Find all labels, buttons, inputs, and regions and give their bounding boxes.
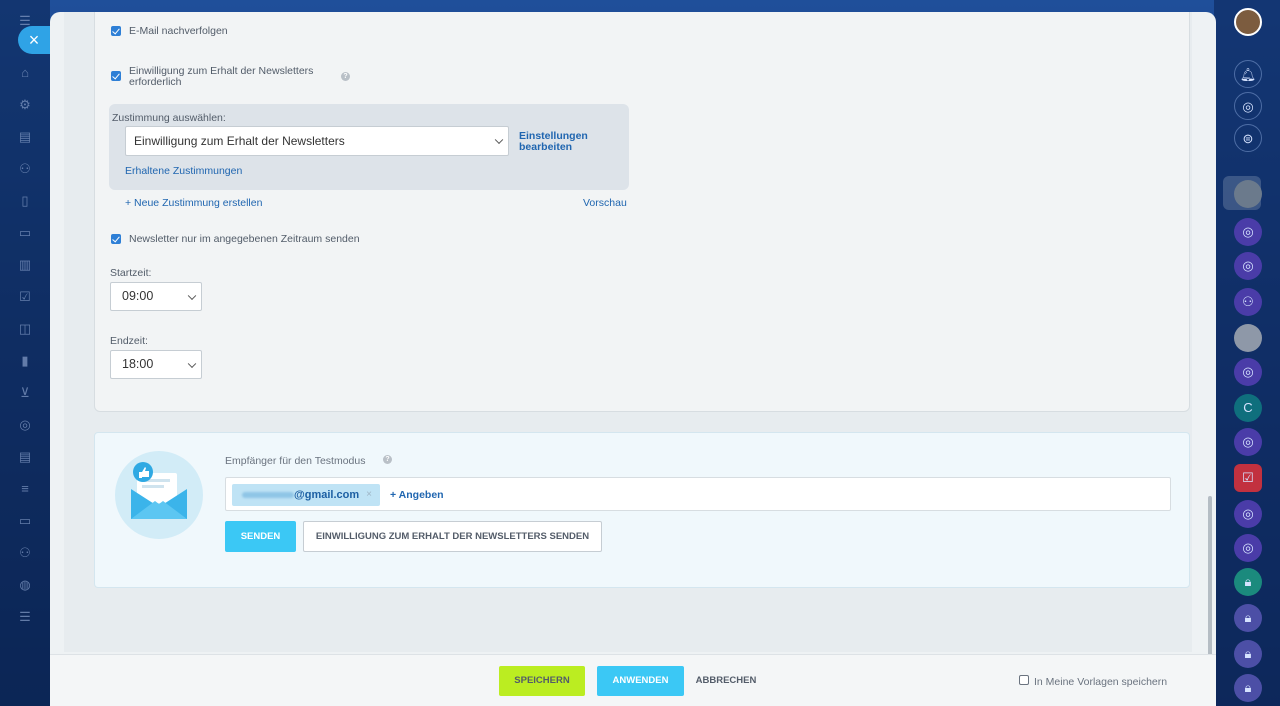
send-consent-button[interactable]: EINWILLIGUNG ZUM ERHALT DER NEWSLETTERS … <box>303 521 602 552</box>
start-time-label: Startzeit: <box>110 267 152 279</box>
consent-required-label: Einwilligung zum Erhalt der Newsletters … <box>129 66 313 88</box>
test-mode-card: Empfänger für den Testmodus ? @gmail.com… <box>94 432 1190 588</box>
chat-icon[interactable]: ◫ <box>17 322 33 336</box>
sending-settings-section: E-Mail nachverfolgen Einwilligung zum Er… <box>94 12 1190 412</box>
time-window-label: Newsletter nur im angegebenen Zeitraum s… <box>129 233 360 245</box>
end-time-select[interactable]: 18:00 <box>110 350 202 379</box>
remove-recipient-icon[interactable]: × <box>366 484 372 506</box>
close-slider-button[interactable]: × <box>18 26 50 54</box>
choose-consent-label: Zustimmung auswählen: <box>112 112 226 124</box>
panel-content: E-Mail nachverfolgen Einwilligung zum Er… <box>64 12 1192 652</box>
start-time-value: 09:00 <box>122 289 154 303</box>
newsletter-settings-slider: E-Mail nachverfolgen Einwilligung zum Er… <box>50 12 1216 706</box>
send-test-button[interactable]: SENDEN <box>225 521 296 552</box>
chat-channel-icon[interactable]: ◎ <box>1234 500 1262 528</box>
preview-link[interactable]: Vorschau <box>583 197 627 209</box>
blurred-email-local-part <box>242 492 294 498</box>
save-button[interactable]: SPEICHERN <box>499 666 585 696</box>
envelope-illustration <box>115 451 203 539</box>
card-icon[interactable]: ▭ <box>17 514 33 528</box>
notifications-bell-icon[interactable]: 🔔︎ <box>1234 60 1262 88</box>
contacts-icon[interactable]: ⚇ <box>17 162 33 176</box>
consent-select-value: Einwilligung zum Erhalt der Newsletters <box>134 134 345 148</box>
new-consent-link[interactable]: + Neue Zustimmung erstellen <box>125 197 262 209</box>
chat-channel-icon[interactable]: ◎ <box>1234 428 1262 456</box>
team-icon[interactable]: ⚇ <box>17 546 33 560</box>
chat-channel-icon[interactable]: ◎ <box>1234 218 1262 246</box>
received-consents-link[interactable]: Erhaltene Zustimmungen <box>125 165 242 177</box>
messages-icon[interactable]: ⊜ <box>1234 124 1262 152</box>
start-time-select[interactable]: 09:00 <box>110 282 202 311</box>
settings-icon[interactable]: ⚙ <box>17 98 33 112</box>
left-sidebar: ☰ ⌂ ⚙ ▤ ⚇ ▯ ▭ ▥ ☑ ◫ ▮ ⊻ ◎ ▤ ≡ ▭ ⚇ ◍ ☰ <box>0 0 50 706</box>
chevron-down-icon <box>187 291 197 300</box>
recipient-tag[interactable]: @gmail.com × <box>232 484 380 506</box>
chat-channel-icon[interactable]: ◎ <box>1234 534 1262 562</box>
chat-channel-icon[interactable]: ◎ <box>1234 252 1262 280</box>
inventory-icon[interactable]: ▤ <box>17 450 33 464</box>
home-icon[interactable]: ⌂ <box>17 66 33 80</box>
chat-avatar[interactable] <box>1234 324 1262 352</box>
consent-select[interactable]: Einwilligung zum Erhalt der Newsletters <box>125 126 509 156</box>
lock-icon[interactable]: 🔒︎ <box>1234 640 1262 668</box>
edit-settings-line2: bearbeiten <box>519 141 573 153</box>
cart-icon[interactable]: ⊻ <box>17 386 33 400</box>
analytics-icon[interactable]: ▮ <box>17 354 33 368</box>
lock-icon[interactable]: 🔒︎ <box>1234 568 1262 596</box>
list-icon[interactable]: ☰ <box>17 610 33 624</box>
consent-required-line2: erforderlich <box>129 76 182 88</box>
chevron-down-icon <box>494 135 504 145</box>
filter-icon[interactable]: ≡ <box>17 482 33 496</box>
save-template-checkbox[interactable] <box>1019 675 1029 685</box>
envelope-icon <box>131 462 187 519</box>
edit-settings-link[interactable]: Einstellungen bearbeiten <box>519 131 588 153</box>
user-avatar[interactable] <box>1234 8 1262 36</box>
presentation-icon[interactable]: ▥ <box>17 258 33 272</box>
globe-icon[interactable]: ◍ <box>17 578 33 592</box>
test-recipients-field[interactable]: @gmail.com × + Angeben <box>225 477 1171 511</box>
consent-selection-box: Zustimmung auswählen: Einwilligung zum E… <box>109 104 629 190</box>
chat-channel-icon[interactable]: ◎ <box>1234 358 1262 386</box>
marketing-icon[interactable]: ◎ <box>17 418 33 432</box>
lock-icon[interactable]: 🔒︎ <box>1234 674 1262 702</box>
help-icon[interactable]: ? <box>341 72 350 81</box>
storage-icon[interactable]: ▭ <box>17 226 33 240</box>
document-icon[interactable]: ▤ <box>17 130 33 144</box>
end-time-value: 18:00 <box>122 357 154 371</box>
apply-button[interactable]: ANWENDEN <box>597 666 684 696</box>
group-chat-icon[interactable]: ⚇ <box>1234 288 1262 316</box>
cancel-button[interactable]: ABBRECHEN <box>690 666 762 696</box>
track-email-label: E-Mail nachverfolgen <box>129 25 228 37</box>
task-icon[interactable]: ☑ <box>1234 464 1262 492</box>
chevron-down-icon <box>187 359 197 368</box>
close-icon: × <box>28 30 40 50</box>
file-icon[interactable]: ▯ <box>17 194 33 208</box>
consent-required-checkbox[interactable] <box>111 71 121 81</box>
end-time-label: Endzeit: <box>110 335 148 347</box>
activity-icon[interactable]: ◎ <box>1234 92 1262 120</box>
save-template-label: In Meine Vorlagen speichern <box>1034 676 1168 688</box>
slider-footer: SPEICHERN ANWENDEN ABBRECHEN In Meine Vo… <box>50 654 1216 706</box>
test-recipients-title: Empfänger für den Testmodus <box>225 455 366 467</box>
chat-avatar[interactable] <box>1234 180 1262 208</box>
recipient-email: @gmail.com <box>294 489 360 501</box>
lock-icon[interactable]: 🔒︎ <box>1234 604 1262 632</box>
help-icon[interactable]: ? <box>383 455 392 464</box>
contact-initial-badge[interactable]: C <box>1234 394 1262 422</box>
time-window-checkbox[interactable] <box>111 234 121 244</box>
add-recipient-link[interactable]: + Angeben <box>390 489 444 501</box>
tasks-icon[interactable]: ☑ <box>17 290 33 304</box>
track-email-checkbox[interactable] <box>111 26 121 36</box>
